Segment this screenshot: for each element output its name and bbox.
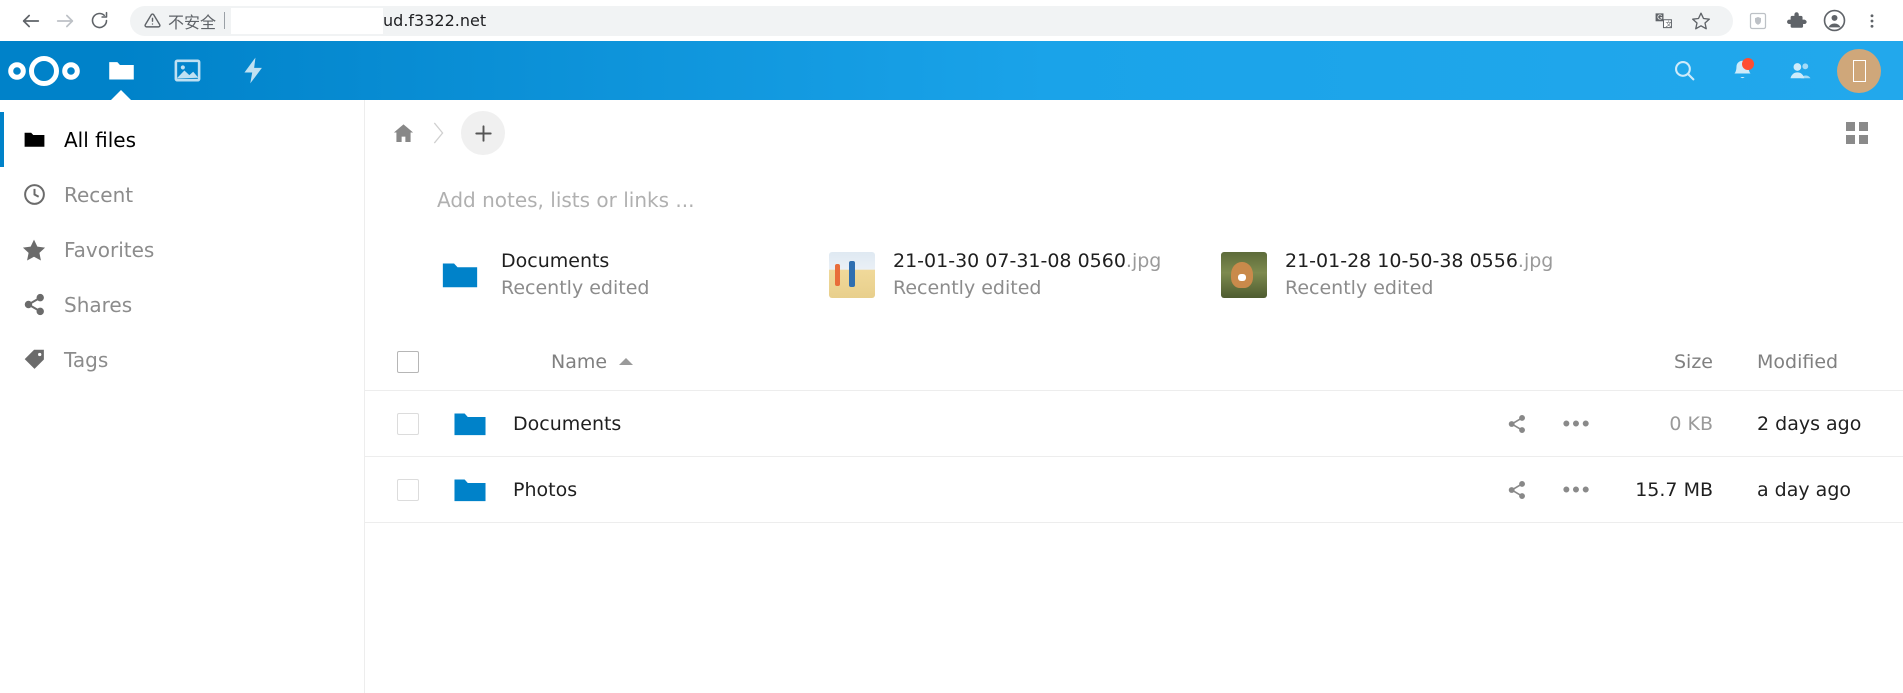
search-icon[interactable] <box>1655 41 1713 100</box>
sidebar: All files Recent Favorites Shares Tags <box>0 100 365 693</box>
file-name[interactable]: Photos <box>513 479 577 501</box>
file-modified: 2 days ago <box>1719 413 1903 435</box>
shield-extension-icon[interactable] <box>1741 4 1775 38</box>
sidebar-item-label: All files <box>64 128 136 152</box>
url-divider <box>224 12 225 29</box>
row-checkbox[interactable] <box>365 413 451 435</box>
table-row[interactable]: Photos ••• 15.7 MB a day ago <box>365 457 1903 523</box>
url-text: ud.f3322.net <box>383 11 486 30</box>
sort-ascending-icon <box>619 358 633 365</box>
forward-icon[interactable] <box>48 4 82 38</box>
new-file-button[interactable] <box>461 111 505 155</box>
sidebar-item-shares[interactable]: Shares <box>0 277 364 332</box>
rich-workspace[interactable]: Add notes, lists or links ... <box>365 166 1903 212</box>
share-icon[interactable] <box>1487 479 1547 501</box>
warning-triangle-icon[interactable] <box>144 12 161 29</box>
sidebar-item-label: Tags <box>64 348 108 372</box>
column-header-name[interactable]: Name <box>513 351 1487 373</box>
blue-folder-icon <box>451 405 513 443</box>
file-modified: a day ago <box>1719 479 1903 501</box>
workspace-placeholder: Add notes, lists or links ... <box>437 188 694 212</box>
star-icon <box>12 237 56 263</box>
translate-icon[interactable]: G文 <box>1645 6 1681 36</box>
clock-icon <box>12 182 56 207</box>
recommended-file-name: 21-01-28 10-50-38 0556.jpg <box>1285 250 1553 272</box>
file-list-table: Name Size Modified Documents <box>365 333 1903 523</box>
star-icon[interactable] <box>1683 6 1719 36</box>
sidebar-item-all-files[interactable]: All files <box>0 112 364 167</box>
notifications-bell-icon[interactable] <box>1713 41 1771 100</box>
sidebar-item-label: Recent <box>64 183 133 207</box>
recommended-file-name: 21-01-30 07-31-08 0560.jpg <box>893 250 1161 272</box>
three-dot-menu-icon[interactable] <box>1855 4 1889 38</box>
app-photos[interactable] <box>154 41 220 100</box>
svg-text:G: G <box>1657 14 1663 22</box>
column-header-size[interactable]: Size <box>1607 351 1719 373</box>
recommended-file-card[interactable]: Documents Recently edited <box>437 250 829 299</box>
recommended-file-card[interactable]: 21-01-30 07-31-08 0560.jpg Recently edit… <box>829 250 1221 299</box>
browser-action-buttons <box>1733 4 1889 38</box>
header-actions <box>1655 41 1903 100</box>
dog-photo-thumbnail <box>1221 252 1267 298</box>
sidebar-item-tags[interactable]: Tags <box>0 332 364 387</box>
tag-icon <box>12 347 56 372</box>
back-icon[interactable] <box>14 4 48 38</box>
main-content: Add notes, lists or links ... Documents … <box>365 100 1903 693</box>
recommended-file-subtitle: Recently edited <box>501 277 649 299</box>
sidebar-item-recent[interactable]: Recent <box>0 167 364 222</box>
table-header-row: Name Size Modified <box>365 333 1903 391</box>
sidebar-item-label: Favorites <box>64 238 154 262</box>
chevron-right-icon <box>427 119 449 147</box>
recommended-files: Documents Recently edited 21-01-30 07-31… <box>365 212 1903 299</box>
reload-icon[interactable] <box>82 4 116 38</box>
app-header <box>0 41 1903 100</box>
nextcloud-logo[interactable] <box>0 56 88 86</box>
app-navigation-icons <box>88 41 286 100</box>
share-icon <box>12 292 56 317</box>
share-icon[interactable] <box>1487 413 1547 435</box>
file-name[interactable]: Documents <box>513 413 621 435</box>
sidebar-item-label: Shares <box>64 293 132 317</box>
recommended-file-name: Documents <box>501 250 649 272</box>
browser-toolbar: 不安全 ud.f3322.net G文 <box>0 0 1903 41</box>
recommended-file-card[interactable]: 21-01-28 10-50-38 0556.jpg Recently edit… <box>1221 250 1613 299</box>
profile-avatar-icon[interactable] <box>1817 4 1851 38</box>
home-icon[interactable] <box>381 111 425 155</box>
file-size: 0 KB <box>1607 413 1719 435</box>
security-label: 不安全 <box>168 9 216 33</box>
app-body: All files Recent Favorites Shares Tags <box>0 100 1903 693</box>
sidebar-item-favorites[interactable]: Favorites <box>0 222 364 277</box>
beach-photo-thumbnail <box>829 252 875 298</box>
svg-text:文: 文 <box>1665 19 1672 28</box>
file-size: 15.7 MB <box>1607 479 1719 501</box>
user-avatar[interactable] <box>1837 49 1881 93</box>
app-activity[interactable] <box>220 41 286 100</box>
contacts-icon[interactable] <box>1771 41 1829 100</box>
app-files[interactable] <box>88 41 154 100</box>
row-checkbox[interactable] <box>365 479 451 501</box>
select-all-checkbox[interactable] <box>365 351 451 373</box>
three-dot-menu-icon[interactable]: ••• <box>1547 485 1607 495</box>
blue-folder-icon <box>437 252 483 298</box>
blue-folder-icon <box>451 471 513 509</box>
address-bar[interactable]: 不安全 ud.f3322.net G文 <box>130 6 1733 36</box>
recommended-file-subtitle: Recently edited <box>893 277 1161 299</box>
grid-view-icon[interactable] <box>1835 111 1879 155</box>
three-dot-menu-icon[interactable]: ••• <box>1547 419 1607 429</box>
avatar-glyph <box>1853 60 1866 82</box>
folder-icon <box>12 127 56 152</box>
url-redaction-mask <box>231 8 383 34</box>
controls-bar <box>365 100 1903 166</box>
recommended-file-subtitle: Recently edited <box>1285 277 1553 299</box>
column-header-modified[interactable]: Modified <box>1719 351 1903 373</box>
notification-badge <box>1742 58 1754 70</box>
puzzle-piece-icon[interactable] <box>1779 4 1813 38</box>
table-row[interactable]: Documents ••• 0 KB 2 days ago <box>365 391 1903 457</box>
